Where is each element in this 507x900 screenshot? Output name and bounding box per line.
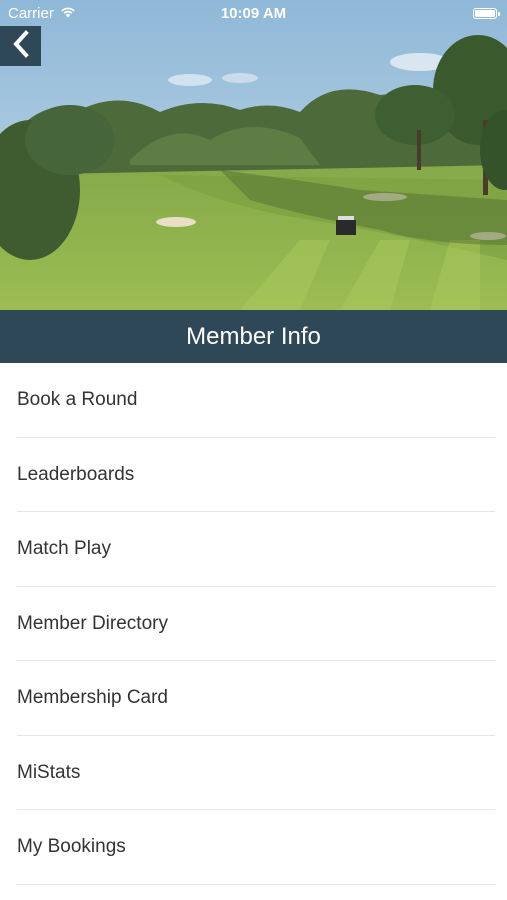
member-menu-list: Book a Round Leaderboards Match Play Mem… [0, 363, 507, 885]
chevron-left-icon [11, 29, 31, 63]
back-button[interactable] [0, 26, 41, 66]
menu-item-label: Match Play [17, 538, 111, 560]
menu-item-match-play[interactable]: Match Play [0, 512, 507, 587]
menu-item-label: Membership Card [17, 687, 168, 709]
menu-item-my-bookings[interactable]: My Bookings [0, 810, 507, 885]
page-title: Member Info [0, 310, 507, 363]
menu-item-book-a-round[interactable]: Book a Round [0, 363, 507, 438]
menu-item-label: Leaderboards [17, 463, 135, 485]
menu-item-label: MiStats [17, 761, 81, 783]
golf-course-banner-image [0, 0, 507, 310]
status-bar: Carrier 10:09 AM [0, 0, 507, 26]
menu-item-label: Book a Round [17, 389, 138, 411]
menu-item-leaderboards[interactable]: Leaderboards [0, 438, 507, 513]
menu-item-label: Member Directory [17, 612, 168, 634]
battery-icon [473, 7, 500, 19]
menu-item-member-directory[interactable]: Member Directory [0, 587, 507, 662]
menu-item-label: My Bookings [17, 836, 126, 858]
status-time: 10:09 AM [220, 5, 287, 22]
menu-item-membership-card[interactable]: Membership Card [0, 661, 507, 736]
menu-item-mistats[interactable]: MiStats [0, 736, 507, 811]
